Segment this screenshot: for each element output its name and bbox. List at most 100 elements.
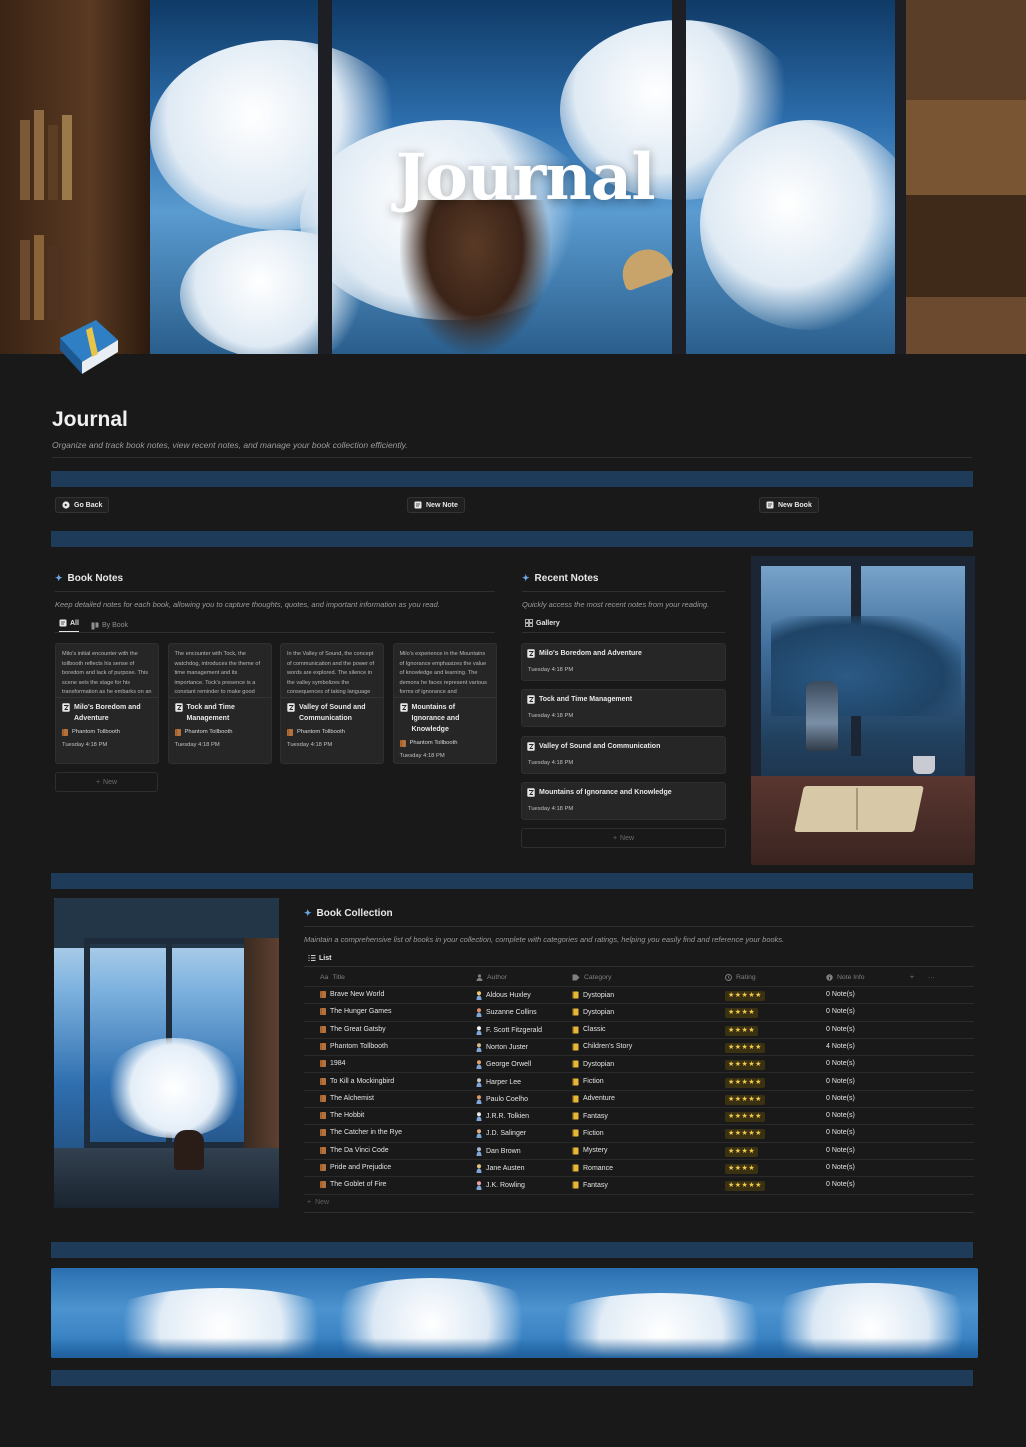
table-row[interactable]: To Kill a Mockingbird Harper Lee Fiction ★★… — [304, 1074, 974, 1091]
note-card[interactable]: In the Valley of Sound, the concept of c… — [280, 643, 384, 764]
sparkle-icon: ✦ — [522, 573, 530, 583]
lamp — [615, 242, 675, 292]
category-cell: Fiction — [572, 1129, 604, 1137]
rating-stars: ★★★★★ — [725, 1129, 765, 1140]
note-card-title: Milo's Boredom and Adventure — [56, 698, 158, 725]
new-recent-note-row[interactable]: + New — [521, 828, 726, 848]
category-book-icon — [572, 1008, 579, 1016]
note-card[interactable]: Milo's experience in the Mountains of Ig… — [392, 643, 497, 764]
divider — [52, 457, 972, 458]
note-card-book: Phantom Tollbooth — [169, 725, 271, 736]
note-card[interactable]: Milo's initial encounter with the tollbo… — [55, 643, 159, 764]
table-row[interactable]: The Great Gatsby F. Scott Fitzgerald Class… — [304, 1022, 974, 1039]
column-rating[interactable]: Rating — [725, 974, 756, 981]
reading-desk-artwork — [751, 556, 975, 865]
recent-note-card[interactable]: Mountains of Ignorance and Knowledge Tues… — [521, 782, 726, 820]
note-preview: The encounter with Tock, the watchdog, i… — [168, 644, 271, 698]
recent-note-title: Milo's Boredom and Adventure — [527, 649, 642, 658]
table-row[interactable]: The Hobbit J.R.R. Tolkien Fantasy ★★★★★ 0 No… — [304, 1108, 974, 1126]
tab-list[interactable]: List — [308, 954, 331, 962]
table-row[interactable]: Pride and Prejudice Jane Austen Romance ★★★… — [304, 1160, 974, 1178]
rating-cell: ★★★★★ — [725, 1094, 765, 1105]
recent-notes-description: Quickly access the most recent notes fro… — [522, 600, 710, 609]
author-name: Dan Brown — [486, 1147, 521, 1155]
new-book-button[interactable]: New Book — [759, 497, 819, 513]
note-icon — [414, 501, 422, 509]
author-avatar-icon — [476, 1008, 482, 1018]
tab-all[interactable]: All — [59, 619, 79, 632]
book-title-cell: The Hobbit — [320, 1112, 364, 1120]
plus-icon: + — [95, 778, 101, 786]
recent-note-card[interactable]: Tock and Time Management Tuesday 4:18 PM — [521, 689, 726, 727]
book-title: 1984 — [330, 1060, 346, 1068]
table-row[interactable]: The Alchemist Paulo Coelho Adventure ★★★★★ 0… — [304, 1091, 974, 1109]
author-avatar-icon — [476, 1043, 482, 1052]
author-name: Jane Austen — [486, 1165, 525, 1172]
category-book-icon — [572, 1164, 579, 1172]
recent-note-card[interactable]: Valley of Sound and Communication Tuesday… — [521, 736, 726, 774]
book-icon — [399, 739, 406, 747]
rating-stars: ★★★★★ — [725, 1042, 765, 1053]
note-icon — [766, 501, 774, 509]
author-avatar-icon — [476, 1077, 482, 1087]
new-note-button[interactable]: New Note — [407, 497, 465, 513]
column-category[interactable]: Category — [572, 974, 612, 981]
book-title-cell: The Hunger Games — [320, 1008, 391, 1016]
table-row[interactable]: The Hunger Games Suzanne Collins Dystopian… — [304, 1004, 974, 1022]
table-row[interactable]: The Goblet of Fire J.K. Rowling Fantasy ★★★… — [304, 1177, 974, 1195]
table-row[interactable]: Phantom Tollbooth Norton Juster Children's… — [304, 1039, 974, 1057]
note-title: Mountains of Ignorance and Knowledge — [411, 704, 460, 733]
rating-stars: ★★★★★ — [725, 991, 765, 1001]
book-title-cell: Pride and Prejudice — [320, 1164, 391, 1171]
book-icon — [320, 991, 326, 998]
sparkle-icon: ✦ — [304, 908, 312, 918]
tab-gallery[interactable]: Gallery — [525, 619, 560, 627]
category-name: Dystopian — [583, 991, 615, 999]
tab-by-book-label: By Book — [101, 622, 129, 629]
author-name: F. Scott Fitzgerald — [486, 1026, 543, 1034]
new-book-label: New Book — [778, 501, 812, 509]
column-author[interactable]: Author — [476, 974, 507, 981]
table-row[interactable]: 1984 George Orwell Dystopian ★★★★★ 0 Note(s) — [304, 1056, 974, 1074]
plus-icon: + — [307, 1199, 312, 1206]
book-notes-tabs: All By Book — [59, 619, 128, 632]
recent-title: Milo's Boredom and Adventure — [539, 650, 642, 657]
note-preview: Milo's experience in the Mountains of Ig… — [393, 644, 496, 698]
category-name: Children's Story — [583, 1043, 633, 1051]
more-options-button[interactable]: ··· — [928, 974, 935, 981]
note-card-title: Mountains of Ignorance and Knowledge — [394, 698, 496, 736]
tab-by-book[interactable]: By Book — [91, 619, 128, 632]
note-preview: In the Valley of Sound, the concept of c… — [281, 644, 383, 698]
note-info-cell: 0 Note(s) — [826, 1129, 855, 1137]
note-card-title: Valley of Sound and Communication — [281, 698, 383, 725]
rating-stars: ★★★★★ — [725, 1077, 765, 1088]
column-title[interactable]: Aa Title — [320, 974, 345, 981]
note-page-icon — [527, 649, 535, 658]
category-book-icon — [572, 1026, 579, 1034]
category-cell: Fantasy — [572, 1181, 608, 1189]
author-cell: J.R.R. Tolkien — [476, 1112, 529, 1122]
category-name: Adventure — [583, 1095, 615, 1103]
book-title-cell: The Catcher in the Rye — [320, 1129, 402, 1137]
column-note-info[interactable]: Note Info — [826, 974, 865, 981]
new-book-row[interactable]: + New — [307, 1199, 329, 1206]
add-column-button[interactable]: + — [910, 974, 914, 981]
book-icon — [320, 1181, 326, 1189]
book-notes-title: Book Notes — [67, 573, 124, 584]
book-title-cell: To Kill a Mockingbird — [320, 1077, 394, 1085]
note-card[interactable]: The encounter with Tock, the watchdog, i… — [167, 643, 272, 764]
go-back-button[interactable]: Go Back — [55, 497, 110, 513]
category-cell: Adventure — [572, 1095, 615, 1103]
new-label: New — [620, 834, 635, 842]
recent-note-title: Mountains of Ignorance and Knowledge — [527, 788, 672, 797]
table-row[interactable]: The Da Vinci Code Dan Brown Mystery ★★★★ 0 N… — [304, 1143, 974, 1160]
book-collection-tabs: List — [308, 954, 331, 962]
recent-note-card[interactable]: Milo's Boredom and Adventure Tuesday 4:18… — [521, 643, 726, 681]
author-name: J.D. Salinger — [486, 1130, 527, 1138]
book-title: Pride and Prejudice — [330, 1164, 392, 1171]
table-row[interactable]: Brave New World Aldous Huxley Dystopian ★★★… — [304, 987, 974, 1005]
new-note-row[interactable]: + New — [55, 772, 158, 792]
table-row[interactable]: The Catcher in the Rye J.D. Salinger Ficti… — [304, 1125, 974, 1143]
note-card-book: Phantom Tollbooth — [281, 725, 383, 736]
book-title-cell: Phantom Tollbooth — [320, 1042, 388, 1050]
